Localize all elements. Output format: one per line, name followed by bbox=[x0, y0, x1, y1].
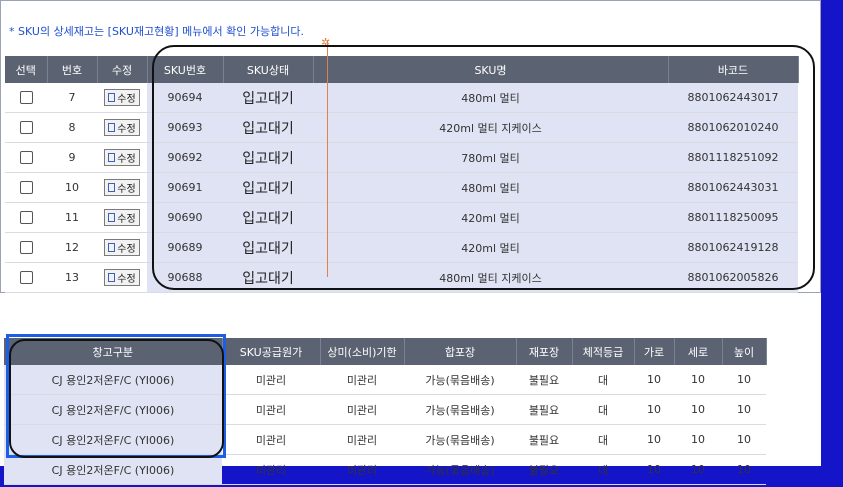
edit-button[interactable]: 수정 bbox=[104, 89, 140, 106]
row-checkbox[interactable] bbox=[19, 241, 33, 255]
document-icon bbox=[108, 243, 116, 252]
row-edit-cell: 수정 bbox=[97, 112, 147, 143]
col-expiry[interactable]: 상미(소비)기한 bbox=[320, 338, 405, 365]
supply-cost: 미관리 bbox=[222, 454, 320, 485]
row-checkbox[interactable] bbox=[19, 91, 33, 105]
row-number: 9 bbox=[47, 142, 97, 173]
row-edit-cell: 수정 bbox=[97, 202, 147, 233]
row-checkbox-cell[interactable] bbox=[5, 202, 47, 233]
edit-label: 수정 bbox=[117, 274, 136, 285]
edit-button[interactable]: 수정 bbox=[104, 149, 140, 166]
document-icon bbox=[108, 213, 116, 222]
combined-packing: 가능(묶음배송) bbox=[404, 365, 516, 395]
row-edit-cell: 수정 bbox=[97, 232, 147, 263]
row-number: 7 bbox=[47, 83, 97, 113]
col-edit[interactable]: 수정 bbox=[97, 56, 148, 83]
row-number: 10 bbox=[47, 172, 97, 203]
col-width[interactable]: 가로 bbox=[634, 338, 675, 365]
height-value: 10 bbox=[722, 394, 766, 425]
edit-button[interactable]: 수정 bbox=[104, 119, 140, 136]
volume-grade: 대 bbox=[572, 424, 634, 455]
row-checkbox-cell[interactable] bbox=[5, 172, 47, 203]
row-checkbox-cell[interactable] bbox=[5, 142, 47, 173]
width-value: 10 bbox=[634, 454, 674, 485]
supply-cost: 미관리 bbox=[222, 365, 320, 395]
repacking: 불필요 bbox=[516, 424, 572, 455]
repacking: 불필요 bbox=[516, 394, 572, 425]
row-checkbox[interactable] bbox=[19, 181, 33, 195]
volume-grade: 대 bbox=[572, 454, 634, 485]
row-number: 11 bbox=[47, 202, 97, 233]
edit-label: 수정 bbox=[117, 184, 136, 195]
col-number[interactable]: 번호 bbox=[47, 56, 98, 83]
volume-grade: 대 bbox=[572, 365, 634, 395]
row-edit-cell: 수정 bbox=[97, 262, 147, 293]
col-select[interactable]: 선택 bbox=[5, 56, 48, 83]
document-icon bbox=[108, 273, 116, 282]
row-number: 8 bbox=[47, 112, 97, 143]
depth-value: 10 bbox=[674, 454, 722, 485]
document-icon bbox=[108, 183, 116, 192]
width-value: 10 bbox=[634, 394, 674, 425]
edit-button[interactable]: 수정 bbox=[104, 209, 140, 226]
edit-button[interactable]: 수정 bbox=[104, 179, 140, 196]
edit-label: 수정 bbox=[117, 244, 136, 255]
height-value: 10 bbox=[722, 424, 766, 455]
edit-label: 수정 bbox=[117, 154, 136, 165]
row-checkbox-cell[interactable] bbox=[5, 83, 47, 113]
row-edit-cell: 수정 bbox=[97, 172, 147, 203]
expiry-date: 미관리 bbox=[320, 394, 404, 425]
col-supply-cost[interactable]: SKU공급원가 bbox=[222, 338, 321, 365]
depth-value: 10 bbox=[674, 424, 722, 455]
combined-packing: 가능(묶음배송) bbox=[404, 454, 516, 485]
document-icon bbox=[108, 123, 116, 132]
edit-button[interactable]: 수정 bbox=[104, 269, 140, 286]
row-checkbox-cell[interactable] bbox=[5, 112, 47, 143]
combined-packing: 가능(묶음배송) bbox=[404, 394, 516, 425]
depth-value: 10 bbox=[674, 394, 722, 425]
height-value: 10 bbox=[722, 454, 766, 485]
volume-grade: 대 bbox=[572, 394, 634, 425]
height-value: 10 bbox=[722, 365, 766, 395]
warehouse-name: CJ 용인2저온F/C (YI006) bbox=[4, 454, 222, 485]
repacking: 불필요 bbox=[516, 454, 572, 485]
table-row[interactable]: CJ 용인2저온F/C (YI006) 미관리 미관리 가능(묶음배송) 불필요 대 10 1… bbox=[4, 454, 766, 485]
row-checkbox[interactable] bbox=[19, 151, 33, 165]
row-checkbox-cell[interactable] bbox=[5, 232, 47, 263]
row-edit-cell: 수정 bbox=[97, 142, 147, 173]
document-icon bbox=[108, 93, 116, 102]
expiry-date: 미관리 bbox=[320, 454, 404, 485]
row-number: 13 bbox=[47, 262, 97, 293]
expiry-date: 미관리 bbox=[320, 365, 404, 395]
repacking: 불필요 bbox=[516, 365, 572, 395]
supply-cost: 미관리 bbox=[222, 424, 320, 455]
col-height[interactable]: 높이 bbox=[722, 338, 767, 365]
combined-packing: 가능(묶음배송) bbox=[404, 424, 516, 455]
row-checkbox[interactable] bbox=[19, 121, 33, 135]
edit-label: 수정 bbox=[117, 94, 136, 105]
row-edit-cell: 수정 bbox=[97, 83, 147, 113]
col-combined-packing[interactable]: 합포장 bbox=[404, 338, 517, 365]
sku-highlight-outline bbox=[152, 45, 815, 290]
width-value: 10 bbox=[634, 424, 674, 455]
depth-value: 10 bbox=[674, 365, 722, 395]
row-checkbox[interactable] bbox=[19, 211, 33, 225]
expiry-date: 미관리 bbox=[320, 424, 404, 455]
col-volume-grade[interactable]: 체적등급 bbox=[572, 338, 635, 365]
warehouse-highlight-outline bbox=[9, 339, 224, 458]
row-checkbox[interactable] bbox=[19, 271, 33, 285]
row-checkbox-cell[interactable] bbox=[5, 262, 47, 293]
document-icon bbox=[108, 153, 116, 162]
col-depth[interactable]: 세로 bbox=[674, 338, 723, 365]
edit-label: 수정 bbox=[117, 214, 136, 225]
edit-label: 수정 bbox=[117, 124, 136, 135]
supply-cost: 미관리 bbox=[222, 394, 320, 425]
width-value: 10 bbox=[634, 365, 674, 395]
sku-notice: * SKU의 상세재고는 [SKU재고현황] 메뉴에서 확인 가능합니다. bbox=[9, 25, 304, 38]
row-number: 12 bbox=[47, 232, 97, 263]
col-repacking[interactable]: 재포장 bbox=[516, 338, 573, 365]
edit-button[interactable]: 수정 bbox=[104, 239, 140, 256]
